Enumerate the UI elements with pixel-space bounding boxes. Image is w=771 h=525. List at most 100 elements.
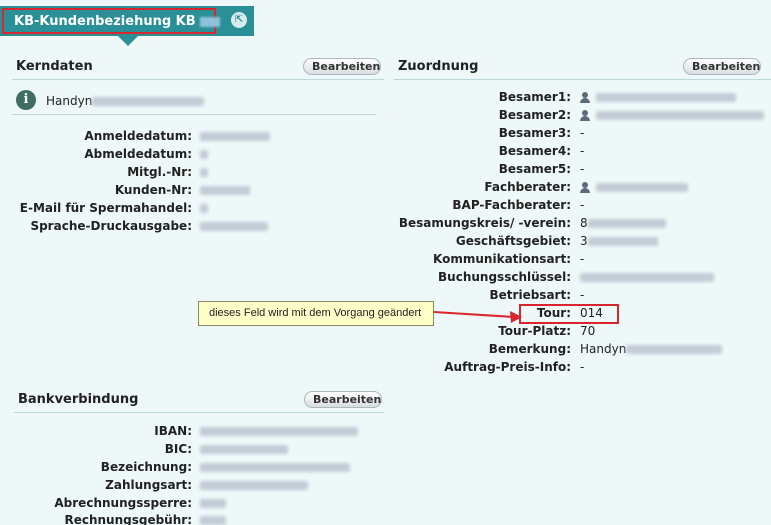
field-row: Besamer4: (380, 142, 571, 160)
field-label: Abrechnungssperre: (54, 496, 192, 510)
redacted-value (200, 463, 350, 472)
redacted-value[interactable] (596, 111, 764, 120)
field-label: Besamer4: (498, 144, 571, 158)
field-value (200, 511, 240, 525)
info-divider (12, 114, 376, 115)
field-value: Handyn (580, 340, 730, 358)
field-value: - (580, 124, 610, 142)
back-arrow-icon[interactable]: ⇱ (231, 12, 247, 28)
tab-title-highlight: KB-Kundenbeziehung KB (2, 8, 220, 34)
field-value-text: 3 (580, 234, 588, 248)
field-value-text: - (580, 360, 585, 374)
field-value-text: - (580, 144, 585, 158)
field-row: BAP-Fachberater: (380, 196, 571, 214)
field-label: Besamer1: (498, 90, 571, 104)
redacted-value (200, 445, 288, 454)
annotation-callout: dieses Feld wird mit dem Vorgang geänder… (198, 301, 434, 326)
field-label: Kommunikationsart: (433, 252, 571, 266)
field-row: Besamer5: (380, 160, 571, 178)
redacted-value[interactable] (596, 183, 688, 192)
bankverbindung-divider (14, 412, 384, 413)
field-value (200, 440, 300, 458)
field-label: Kunden-Nr: (114, 183, 192, 197)
field-label: Anmeldedatum: (84, 129, 192, 143)
redacted-value (587, 219, 666, 228)
field-row: Geschäftsgebiet: (380, 232, 571, 250)
field-value (200, 494, 240, 512)
field-row: Abmeldedatum: (0, 145, 192, 163)
field-value-text: - (580, 252, 585, 266)
field-label: Abmeldedatum: (84, 147, 192, 161)
redacted-value (580, 273, 714, 282)
field-label: Sprache-Druckausgabe: (30, 219, 192, 233)
field-value: 8 (580, 214, 680, 232)
field-row: Besamer2: (380, 106, 571, 124)
field-label: Bemerkung: (488, 342, 571, 356)
field-label: IBAN: (154, 424, 192, 438)
field-value (200, 476, 320, 494)
info-icon: i (16, 90, 36, 110)
field-value (200, 163, 220, 181)
field-value-text: - (580, 288, 585, 302)
field-value: - (580, 358, 610, 376)
top-bar: KB-Kundenbeziehung KB ⇱ (0, 0, 771, 36)
info-text-label: Handyn (46, 94, 93, 108)
field-row: Bemerkung: (380, 340, 571, 358)
kerndaten-edit-button[interactable]: Bearbeiten (303, 58, 381, 75)
redacted-value (200, 132, 270, 141)
field-row: Fachberater: (380, 178, 571, 196)
person-icon (580, 182, 590, 193)
field-row: Rechnungsgebühr: (0, 511, 192, 525)
field-label: BIC: (164, 442, 192, 456)
field-row: Sprache-Druckausgabe: (0, 217, 192, 235)
field-label: Geschäftsgebiet: (455, 234, 571, 248)
field-label: Besamungskreis/ -verein: (398, 216, 571, 230)
field-row: Anmeldedatum: (0, 127, 192, 145)
bankverbindung-title: Bankverbindung (18, 392, 139, 407)
zuordnung-divider (394, 79, 771, 80)
person-icon (580, 92, 590, 103)
kerndaten-divider (12, 79, 384, 80)
field-row: Besamer3: (380, 124, 571, 142)
zuordnung-edit-button[interactable]: Bearbeiten (683, 58, 761, 75)
field-value: - (580, 196, 610, 214)
person-icon (580, 110, 590, 121)
field-label: Besamer2: (498, 108, 571, 122)
field-value: 3 (580, 232, 680, 250)
field-value: 70 (580, 322, 620, 340)
redacted-value (200, 427, 358, 436)
info-text: Handyn (46, 94, 205, 108)
redacted-value (200, 186, 250, 195)
redacted-value (200, 499, 226, 508)
field-row: BIC: (0, 440, 192, 458)
field-label: Besamer5: (498, 162, 571, 176)
field-value: - (580, 160, 610, 178)
bankverbindung-edit-button[interactable]: Bearbeiten (304, 391, 382, 408)
field-label: E-Mail für Spermahandel: (19, 201, 192, 215)
field-value (200, 181, 260, 199)
redacted-value[interactable] (596, 93, 736, 102)
redacted-value (199, 16, 220, 27)
field-row: Zahlungsart: (0, 476, 192, 494)
field-row: Besamungskreis/ -verein: (380, 214, 571, 232)
field-row: Buchungsschlüssel: (380, 268, 571, 286)
zuordnung-title: Zuordnung (398, 59, 479, 74)
field-label: Zahlungsart: (105, 478, 192, 492)
field-label: Auftrag-Preis-Info: (444, 360, 571, 374)
field-label: Besamer3: (498, 126, 571, 140)
field-row: IBAN: (0, 422, 192, 440)
field-label: Betriebsart: (489, 288, 571, 302)
field-value-text: 8 (580, 216, 588, 230)
redacted-value (200, 222, 268, 231)
kerndaten-title: Kerndaten (16, 59, 93, 74)
tab-title: KB-Kundenbeziehung KB (14, 14, 196, 29)
tour-highlight-box (519, 304, 619, 324)
field-value-text: 70 (580, 324, 596, 338)
field-row: Auftrag-Preis-Info: (380, 358, 571, 376)
field-row: Abrechnungssperre: (0, 494, 192, 512)
field-value (580, 178, 700, 196)
field-value-text: - (580, 198, 585, 212)
redacted-value (200, 516, 226, 525)
customer-relation-tab[interactable]: KB-Kundenbeziehung KB ⇱ (0, 6, 254, 36)
field-value (200, 458, 360, 476)
